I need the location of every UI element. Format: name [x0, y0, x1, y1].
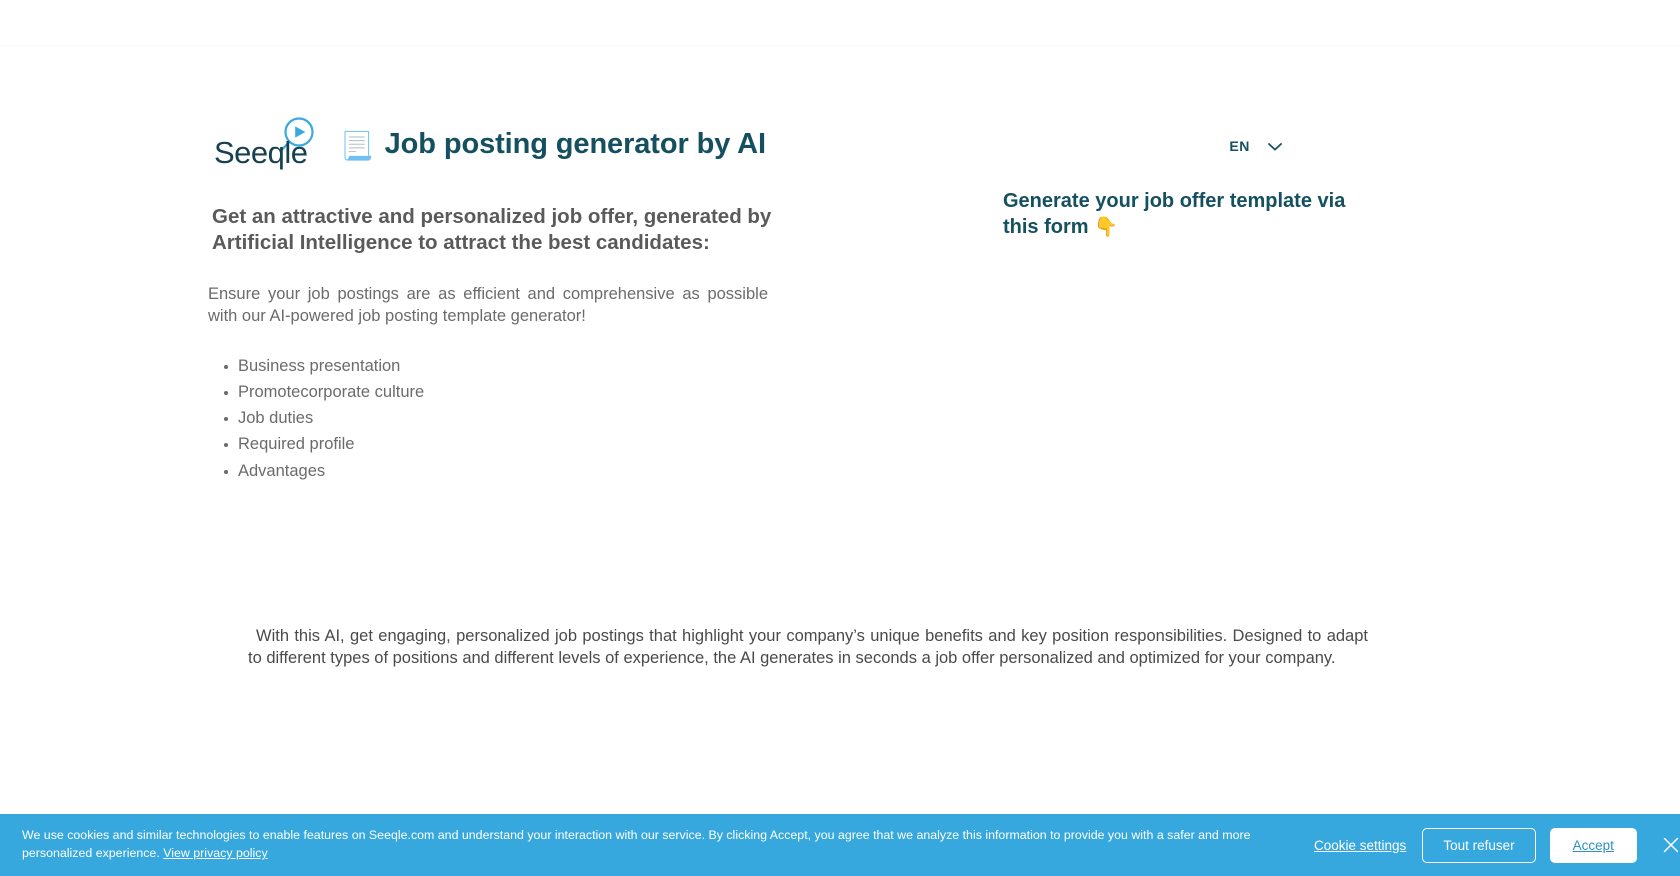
form-heading: Generate your job offer template via thi…: [1003, 188, 1383, 241]
feature-list: Business presentation Promotecorporate c…: [208, 355, 818, 482]
cookie-consent-banner: We use cookies and similar technologies …: [0, 814, 1680, 876]
close-icon: [1661, 835, 1680, 855]
pointing-down-icon: 👇: [1094, 217, 1118, 238]
cookie-settings-button[interactable]: Cookie settings: [1312, 834, 1408, 857]
page-title: 📃 Job posting generator by AI: [340, 128, 766, 161]
content-container: Seeqle 📃 Job posting generator by AI EN …: [208, 46, 1478, 667]
lead-heading: Get an attractive and personalized job o…: [212, 205, 772, 254]
close-banner-button[interactable]: [1657, 831, 1680, 859]
language-selector[interactable]: EN: [1229, 138, 1282, 154]
language-code: EN: [1229, 138, 1250, 154]
form-heading-text: Generate your job offer template via thi…: [1003, 190, 1346, 238]
privacy-policy-link[interactable]: View privacy policy: [163, 846, 267, 860]
job-offer-form-embed[interactable]: [1003, 255, 1423, 555]
page-canvas: Seeqle 📃 Job posting generator by AI EN …: [0, 46, 1680, 876]
list-item: Promotecorporate culture: [224, 381, 818, 404]
list-item: Job duties: [224, 407, 818, 430]
left-column: Get an attractive and personalized job o…: [208, 164, 818, 486]
list-item: Business presentation: [224, 355, 818, 378]
cookie-message: We use cookies and similar technologies …: [22, 827, 1312, 862]
lead-paragraph: Ensure your job postings are as efficien…: [208, 285, 768, 326]
browser-top-strip: [0, 0, 1680, 45]
chevron-down-icon: [1268, 143, 1282, 151]
list-item: Required profile: [224, 433, 818, 456]
two-column-section: Get an attractive and personalized job o…: [208, 164, 1478, 564]
site-header: Seeqle 📃 Job posting generator by AI EN: [208, 46, 1478, 170]
cookie-actions: Cookie settings Tout refuser Accept: [1312, 827, 1680, 863]
accept-button[interactable]: Accept: [1549, 827, 1637, 863]
closing-paragraph: With this AI, get engaging, personalized…: [248, 627, 1368, 667]
refuse-all-button[interactable]: Tout refuser: [1422, 827, 1536, 863]
document-icon: 📃: [340, 131, 374, 161]
right-column: Generate your job offer template via thi…: [1003, 164, 1423, 555]
page-title-text: Job posting generator by AI: [384, 128, 766, 160]
list-item: Advantages: [224, 460, 818, 483]
